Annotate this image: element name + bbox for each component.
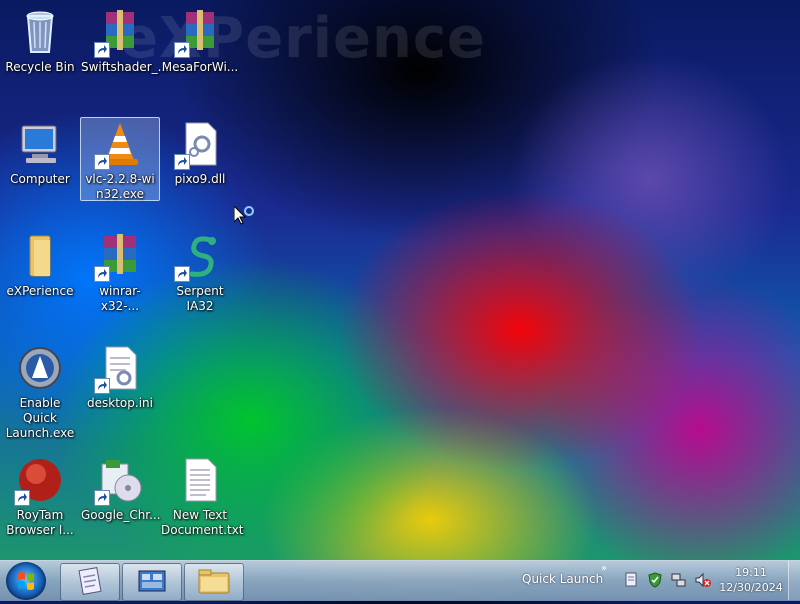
tray-security-shield-icon[interactable] — [647, 572, 662, 588]
show-desktop-button[interactable] — [788, 561, 800, 600]
computer-icon — [16, 120, 64, 168]
start-button[interactable] — [6, 562, 46, 600]
tray-document-icon[interactable] — [624, 572, 638, 588]
shortcut-arrow-icon — [174, 42, 190, 58]
desktop-icon-recycle-bin[interactable]: Recycle Bin — [1, 8, 79, 75]
busy-cursor-icon — [233, 204, 258, 234]
shortcut-arrow-icon — [94, 266, 110, 282]
icon-label: Google_Chr... — [81, 508, 161, 522]
vlc-cone-icon — [94, 120, 144, 170]
desktop-icon-enable-quick-launch[interactable]: Enable Quick Launch.exe — [1, 344, 79, 441]
quick-launch-app-icon — [16, 344, 64, 392]
dll-file-icon — [174, 120, 224, 170]
icon-label: Swiftshader_... — [81, 60, 170, 74]
tray-volume-muted-icon[interactable] — [695, 572, 711, 588]
icon-label: MesaForWi... — [161, 60, 239, 74]
icon-label: RoyTam Browser I... — [6, 508, 74, 537]
folder-icon — [16, 232, 64, 280]
ini-file-icon — [94, 344, 144, 394]
taskbar-explorer-button[interactable] — [184, 563, 244, 601]
clock-time: 19:11 — [735, 566, 767, 579]
winrar-archive-icon — [94, 232, 144, 282]
installer-disc-icon — [94, 456, 144, 506]
icon-label: pixo9.dll — [174, 172, 226, 186]
icon-label: Enable Quick Launch.exe — [5, 396, 75, 440]
icon-label: eXPerience — [6, 284, 74, 298]
desktop-icon-mesaforwindows[interactable]: MesaForWi... — [161, 8, 239, 75]
windows-logo-icon — [18, 572, 34, 590]
browser-globe-icon — [14, 456, 64, 506]
shortcut-arrow-icon — [94, 490, 110, 506]
control-panel-icon — [138, 570, 166, 592]
icon-label: Computer — [10, 172, 70, 186]
desktop-icon-desktop-ini[interactable]: desktop.ini — [81, 344, 159, 411]
taskbar-control-panel-button[interactable] — [122, 563, 182, 601]
notepad-icon — [78, 567, 102, 595]
shortcut-arrow-icon — [174, 266, 190, 282]
desktop-icon-swiftshader[interactable]: Swiftshader_... — [81, 8, 170, 75]
icon-label: New Text Document.txt — [161, 508, 244, 537]
shortcut-arrow-icon — [174, 154, 190, 170]
tray-network-icon[interactable] — [671, 572, 686, 588]
desktop-icon-winrar[interactable]: winrar-x32-... — [81, 232, 159, 314]
desktop-icon-vlc[interactable]: vlc-2.2.8-win32.exe — [80, 117, 160, 201]
winrar-archive-icon — [94, 8, 144, 58]
icon-label: desktop.ini — [87, 396, 153, 410]
clock-date: 12/30/2024 — [719, 581, 783, 594]
taskbar-clock[interactable]: 19:11 12/30/2024 — [718, 565, 784, 595]
icon-label: vlc-2.2.8-win32.exe — [85, 172, 155, 201]
shortcut-arrow-icon — [14, 490, 30, 506]
icon-label: Recycle Bin — [5, 60, 75, 74]
winrar-archive-icon — [174, 8, 224, 58]
desktop-icon-pixo9-dll[interactable]: pixo9.dll — [161, 120, 239, 187]
desktop-icon-roytam-browser[interactable]: RoyTam Browser I... — [1, 456, 79, 538]
folder-icon — [198, 569, 230, 594]
desktop-icon-experience-folder[interactable]: eXPerience — [1, 232, 79, 299]
quick-launch-label[interactable]: Quick Launch — [522, 572, 603, 586]
shortcut-arrow-icon — [94, 42, 110, 58]
shortcut-arrow-icon — [94, 154, 110, 170]
desktop-icon-google-chrome[interactable]: Google_Chr... — [81, 456, 161, 523]
desktop-icon-new-text-document[interactable]: New Text Document.txt — [161, 456, 244, 538]
shortcut-arrow-icon — [94, 378, 110, 394]
icon-label: winrar-x32-... — [99, 284, 141, 313]
taskbar-notepad-button[interactable] — [60, 563, 120, 601]
serpent-icon — [174, 232, 224, 282]
recycle-bin-icon — [16, 8, 64, 56]
text-file-icon — [176, 456, 224, 504]
quick-launch-chevron-icon[interactable]: » — [601, 563, 607, 574]
desktop-icon-computer[interactable]: Computer — [1, 120, 79, 187]
icon-label: Serpent IA32 — [176, 284, 224, 313]
desktop-icon-serpent-ia32[interactable]: Serpent IA32 — [161, 232, 239, 314]
